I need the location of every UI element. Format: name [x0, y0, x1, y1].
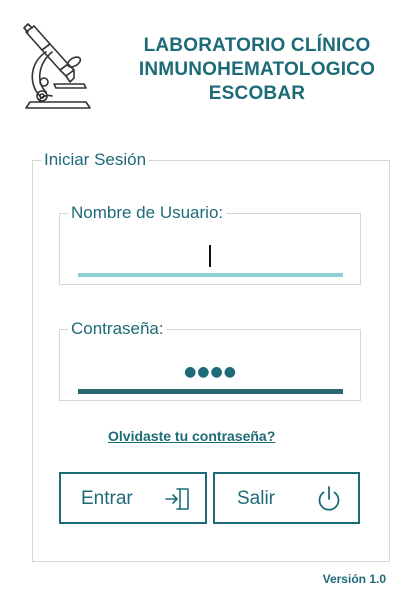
lab-title-line-1: LABORATORIO CLÍNICO	[143, 35, 371, 56]
text-caret	[209, 245, 211, 267]
power-icon	[318, 486, 340, 511]
password-input[interactable]: ●●●●	[78, 364, 343, 380]
lab-title: LABORATORIO CLÍNICO INMUNOHEMATOLOGICO E…	[102, 34, 412, 106]
exit-button[interactable]: Salir	[213, 472, 360, 524]
version-label: Versión 1.0	[322, 572, 386, 586]
password-label: Contraseña:	[71, 319, 164, 338]
login-group-label: Iniciar Sesión	[44, 150, 147, 169]
username-label: Nombre de Usuario:	[71, 203, 224, 222]
username-underline	[78, 273, 343, 277]
password-underline	[78, 389, 343, 394]
enter-button[interactable]: Entrar	[59, 472, 207, 524]
enter-button-label: Entrar	[81, 488, 133, 509]
login-icon	[165, 488, 189, 510]
lab-title-line-2: INMUNOHEMATOLOGICO	[138, 59, 376, 80]
microscope-icon	[23, 23, 91, 109]
forgot-password-link[interactable]: Olvidaste tu contraseña?	[0, 428, 420, 444]
exit-button-label: Salir	[237, 488, 276, 509]
username-input[interactable]	[78, 247, 343, 271]
lab-title-line-3: ESCOBAR	[208, 83, 306, 104]
